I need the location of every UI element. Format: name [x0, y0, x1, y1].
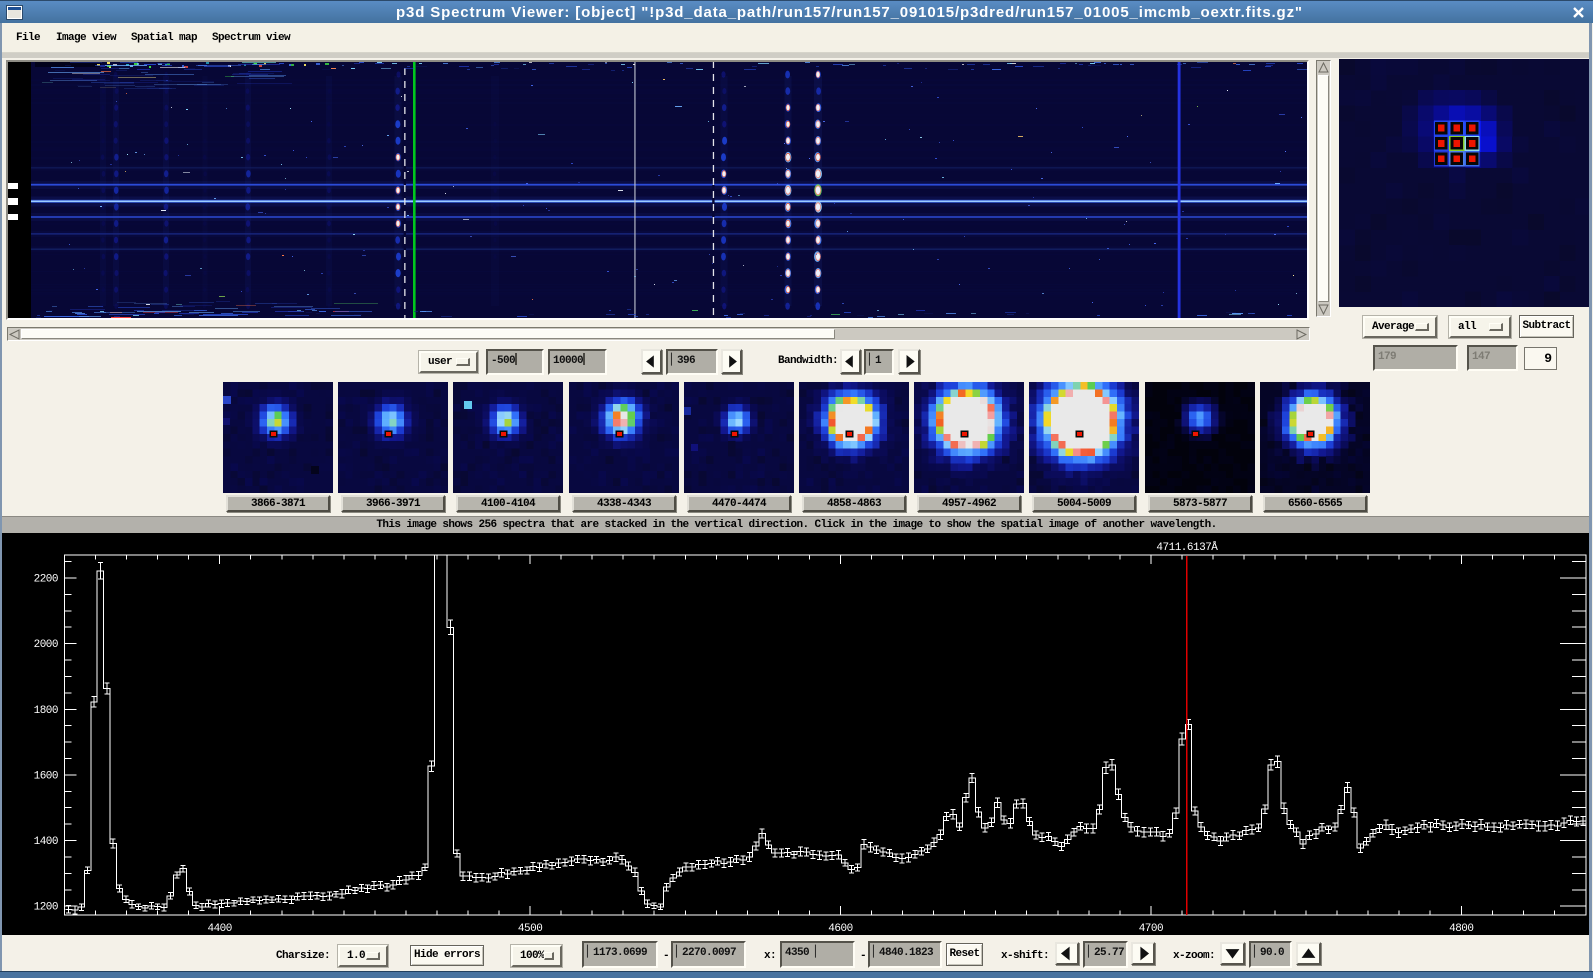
- svg-text:1400: 1400: [34, 836, 58, 848]
- svg-text:4500: 4500: [518, 923, 542, 935]
- svg-text:4711.6137Å: 4711.6137Å: [1156, 541, 1218, 554]
- svg-text:1800: 1800: [34, 705, 58, 717]
- svg-text:1200: 1200: [34, 902, 58, 914]
- svg-text:4700: 4700: [1139, 923, 1163, 935]
- svg-text:4600: 4600: [828, 923, 852, 935]
- svg-text:2200: 2200: [34, 574, 58, 586]
- svg-text:4800: 4800: [1449, 923, 1473, 935]
- svg-text:2000: 2000: [34, 639, 58, 651]
- svg-text:4400: 4400: [207, 923, 231, 935]
- svg-text:1600: 1600: [34, 770, 58, 782]
